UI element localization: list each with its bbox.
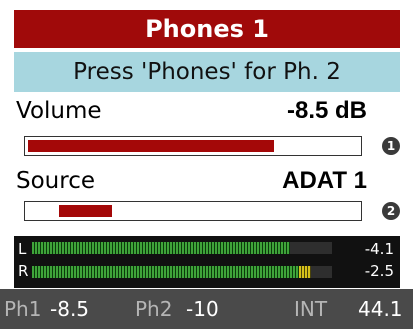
level-meters: L -4.1 R -2.5 xyxy=(14,236,400,288)
hint-banner: Press 'Phones' for Ph. 2 xyxy=(14,52,400,92)
meter-right-fill xyxy=(32,266,299,278)
phones-screen: Phones 1 Press 'Phones' for Ph. 2 Volume… xyxy=(0,0,413,329)
meter-left-fill xyxy=(32,242,290,254)
meter-left-label: L xyxy=(18,240,27,258)
meter-right-value: -2.5 xyxy=(364,262,394,280)
encoder-1-icon: 1 xyxy=(382,137,400,155)
volume-value: -8.5 dB xyxy=(286,97,367,124)
page-title: Phones 1 xyxy=(14,10,400,48)
meter-left-value: -4.1 xyxy=(364,240,394,258)
ph2-value: -10 xyxy=(186,297,219,321)
volume-slider[interactable] xyxy=(24,136,362,156)
ph1-label: Ph1 xyxy=(4,297,42,321)
source-slider[interactable] xyxy=(24,201,362,221)
ph1-value: -8.5 xyxy=(50,297,90,321)
volume-slider-fill xyxy=(28,140,274,152)
source-value: ADAT 1 xyxy=(282,167,367,194)
ph2-label: Ph2 xyxy=(135,297,173,321)
volume-label: Volume xyxy=(16,98,102,124)
meter-right-peak xyxy=(299,266,311,278)
clock-source-label: INT xyxy=(294,297,328,321)
source-label: Source xyxy=(16,168,95,194)
source-slider-fill xyxy=(58,205,113,217)
meter-left-track xyxy=(32,242,332,254)
status-bar: Ph1 -8.5 Ph2 -10 INT 44.1 xyxy=(0,289,413,329)
encoder-2-icon: 2 xyxy=(382,202,400,220)
sample-rate-value: 44.1 xyxy=(358,297,403,321)
meter-right-track xyxy=(32,266,332,278)
meter-right-label: R xyxy=(18,262,29,280)
